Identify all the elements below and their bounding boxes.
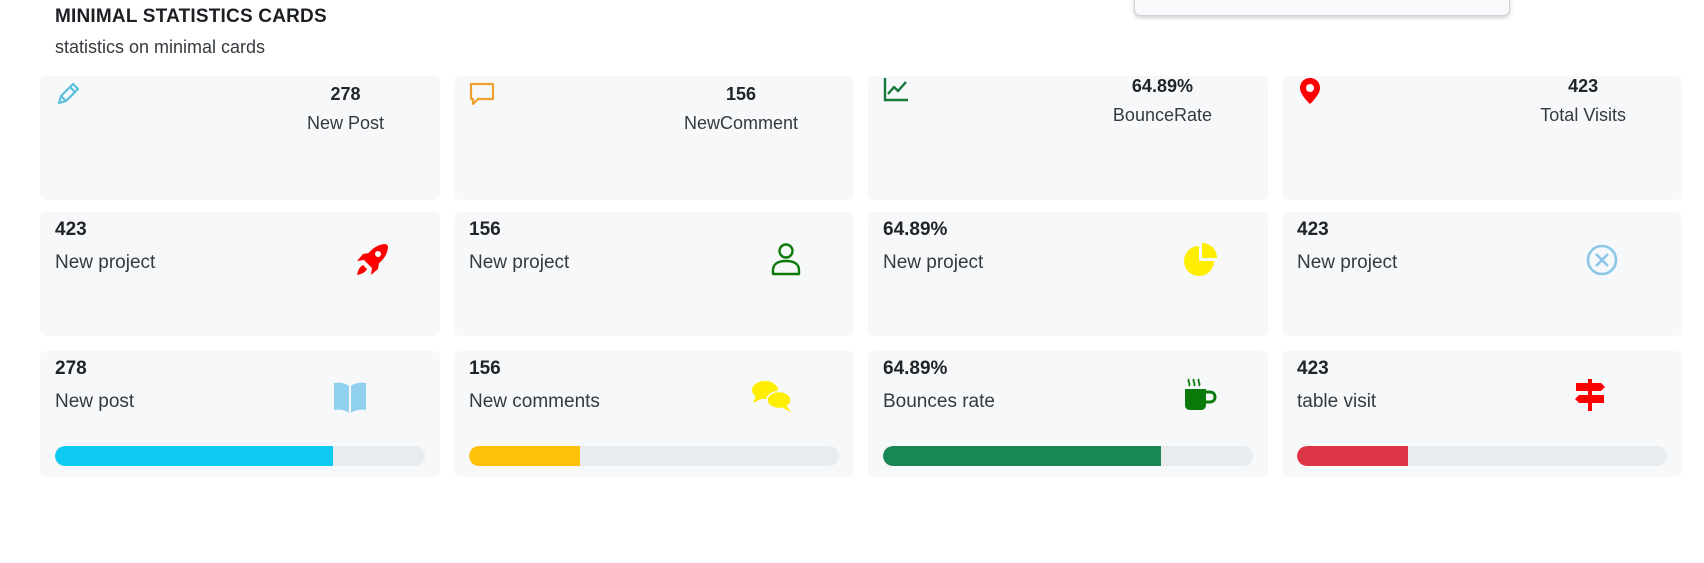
stat-card-project-x: 423 New project: [1282, 212, 1682, 336]
stat-label: NewComment: [683, 113, 798, 133]
stat-label: New comments: [469, 391, 600, 412]
pie-chart-icon: [1180, 240, 1220, 280]
stat-card-project-rocket: 423 New project: [40, 212, 440, 336]
stat-value: 156: [469, 358, 501, 379]
stat-label: Bounces rate: [883, 391, 995, 412]
stat-card-project-pie: 64.89% New project: [868, 212, 1268, 336]
page-subtitle: statistics on minimal cards: [55, 37, 266, 57]
comment-icon: [468, 80, 496, 108]
progress-bar: [55, 446, 425, 466]
coffee-mug-icon: [1180, 375, 1220, 415]
stat-card-new-comments-progress: 156 New comments: [454, 351, 854, 477]
stat-card-project-user: 156 New project: [454, 212, 854, 336]
stat-value: 423: [1297, 219, 1329, 240]
circle-x-icon: [1582, 240, 1622, 280]
progress-bar: [1297, 446, 1667, 466]
stat-card-new-comment: 156 NewComment: [454, 76, 854, 200]
stat-card-new-post-progress: 278 New post: [40, 351, 440, 477]
stat-value: 278: [55, 358, 87, 379]
progress-bar: [883, 446, 1253, 466]
progress-fill: [55, 446, 333, 466]
pencil-icon: [54, 80, 82, 108]
stat-value: 423: [1297, 358, 1329, 379]
stat-card-total-visits: 423 Total Visits: [1282, 76, 1682, 200]
chat-bubbles-icon: [750, 377, 792, 417]
progress-fill: [883, 446, 1161, 466]
user-icon: [766, 240, 806, 280]
page-heading: MINIMAL STATISTICS CARDS statistics on m…: [55, 6, 327, 58]
stat-card-new-post: 278 New Post: [40, 76, 440, 200]
progress-fill: [1297, 446, 1408, 466]
stat-value: 423: [1568, 76, 1599, 96]
stat-label: New Post: [306, 113, 384, 133]
stat-label: Total Visits: [1540, 105, 1626, 125]
dropdown-menu-edge: [1134, 0, 1510, 16]
stat-card-bounce-rate: 64.89% BounceRate: [868, 76, 1268, 200]
rocket-icon: [352, 240, 392, 280]
stat-card-bounces-rate-progress: 64.89% Bounces rate: [868, 351, 1268, 477]
page-title: MINIMAL STATISTICS CARDS: [55, 6, 327, 27]
stat-label: New project: [55, 252, 156, 273]
stat-label: New post: [55, 391, 135, 412]
book-icon: [330, 377, 370, 417]
stat-value: 64.89%: [1131, 76, 1193, 96]
progress-bar: [469, 446, 839, 466]
stat-label: BounceRate: [1112, 105, 1212, 125]
signpost-icon: [1570, 375, 1610, 415]
stat-value: 423: [55, 219, 87, 240]
stat-value: 64.89%: [883, 219, 948, 240]
stat-card-table-visit-progress: 423 table visit: [1282, 351, 1682, 477]
stat-label: New project: [883, 252, 984, 273]
stat-value: 156: [469, 219, 501, 240]
map-pin-icon: [1296, 76, 1324, 104]
stat-label: table visit: [1297, 391, 1377, 412]
stat-value: 156: [725, 84, 756, 104]
stat-label: New project: [469, 252, 570, 273]
stat-value: 278: [330, 84, 361, 104]
stat-label: New project: [1297, 252, 1398, 273]
line-chart-icon: [882, 76, 910, 104]
progress-fill: [469, 446, 580, 466]
stat-value: 64.89%: [883, 358, 948, 379]
